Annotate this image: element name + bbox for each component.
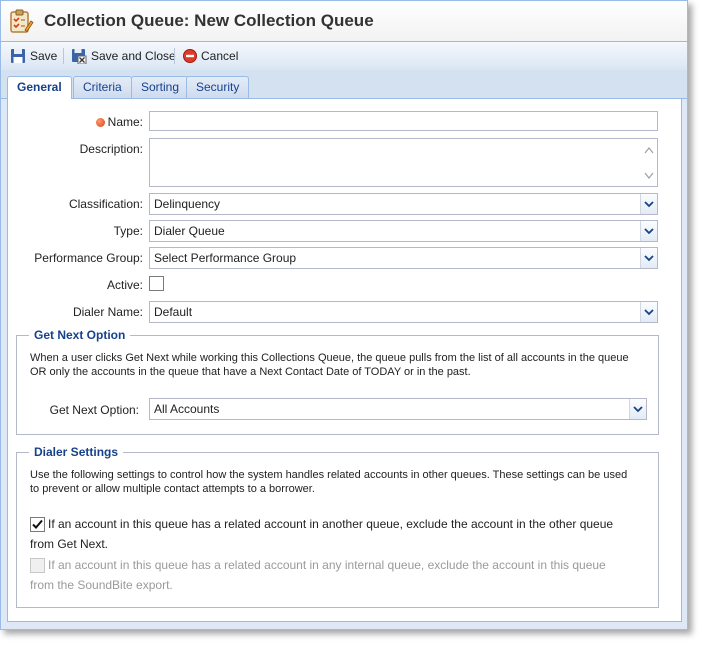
get-next-option-select[interactable]: All Accounts xyxy=(149,398,647,420)
cancel-label: Cancel xyxy=(201,49,239,63)
dropdown-trigger[interactable] xyxy=(640,302,657,322)
tab-criteria[interactable]: Criteria xyxy=(73,76,132,98)
dialer-settings-description-line2: to prevent or allow multiple contact att… xyxy=(30,483,315,495)
exclude-soundbite-label-line2: from the SoundBite export. xyxy=(30,578,173,592)
chevron-down-icon xyxy=(633,406,643,413)
exclude-other-queue-label-line2: from Get Next. xyxy=(30,537,109,551)
exclude-soundbite-checkbox[interactable] xyxy=(30,558,45,573)
exclude-other-queue-checkbox[interactable] xyxy=(30,517,45,532)
dialer-settings-fieldset: Dialer Settings Use the following settin… xyxy=(16,445,659,608)
classification-select[interactable]: Delinquency xyxy=(149,193,658,215)
title-bar: Collection Queue: New Collection Queue xyxy=(1,1,687,42)
name-input[interactable] xyxy=(149,111,658,131)
get-next-description-line1: When a user clicks Get Next while workin… xyxy=(30,352,629,364)
get-next-option-label: Get Next Option: xyxy=(49,403,139,417)
dropdown-trigger[interactable] xyxy=(629,399,646,419)
chevron-down-icon xyxy=(644,255,654,262)
tab-strip: General Criteria Sorting Security xyxy=(1,70,687,99)
chevron-down-icon xyxy=(644,228,654,235)
dropdown-trigger[interactable] xyxy=(640,194,657,214)
type-select[interactable]: Dialer Queue xyxy=(149,220,658,242)
get-next-description-line2: OR only the accounts in the queue that h… xyxy=(30,366,471,378)
classification-label: Classification: xyxy=(68,197,143,211)
cancel-icon xyxy=(183,49,197,63)
dialer-settings-description-line1: Use the following settings to control ho… xyxy=(30,469,628,481)
dialer-name-label: Dialer Name: xyxy=(72,305,143,319)
performance-group-label: Performance Group: xyxy=(34,251,143,265)
performance-group-value: Select Performance Group xyxy=(154,251,297,265)
active-label: Active: xyxy=(106,278,143,292)
clipboard-checklist-icon xyxy=(10,9,34,33)
required-indicator-icon xyxy=(95,118,105,127)
get-next-option-legend: Get Next Option xyxy=(29,328,131,342)
classification-value: Delinquency xyxy=(154,197,221,211)
save-label: Save xyxy=(30,49,58,63)
dropdown-trigger[interactable] xyxy=(640,248,657,268)
chevron-down-icon xyxy=(644,309,654,316)
save-and-close-button[interactable]: Save and Close xyxy=(71,47,176,65)
type-value: Dialer Queue xyxy=(154,224,225,238)
textarea-scrollbar[interactable] xyxy=(643,145,655,181)
toolbar: Save Save and Close Cancel xyxy=(1,42,687,70)
exclude-soundbite-label-line1: If an account in this queue has a relate… xyxy=(48,558,606,572)
window-title: Collection Queue: New Collection Queue xyxy=(44,11,374,30)
save-close-icon xyxy=(72,49,87,64)
save-button[interactable]: Save xyxy=(10,47,57,65)
save-and-close-label: Save and Close xyxy=(91,49,176,63)
active-checkbox[interactable] xyxy=(149,276,164,291)
chevron-down-icon xyxy=(644,201,654,208)
exclude-other-queue-label-line1: If an account in this queue has a relate… xyxy=(48,517,614,531)
get-next-option-fieldset: Get Next Option When a user clicks Get N… xyxy=(16,328,659,435)
dialer-name-value: Default xyxy=(154,305,193,319)
cancel-button[interactable]: Cancel xyxy=(183,47,238,65)
checkmark-icon xyxy=(32,519,43,529)
get-next-option-value: All Accounts xyxy=(154,402,220,416)
dropdown-trigger[interactable] xyxy=(640,221,657,241)
tab-security[interactable]: Security xyxy=(186,76,250,98)
dialer-settings-legend: Dialer Settings xyxy=(29,445,124,459)
description-textarea[interactable] xyxy=(149,138,658,187)
general-tab-panel: Name: Description: Classification: Delin… xyxy=(7,99,682,622)
dialer-name-select[interactable]: Default xyxy=(149,301,658,323)
description-label: Description: xyxy=(79,142,143,156)
performance-group-select[interactable]: Select Performance Group xyxy=(149,247,658,269)
toolbar-separator xyxy=(174,48,175,64)
floppy-disk-icon xyxy=(11,49,25,63)
toolbar-separator xyxy=(63,48,64,64)
type-label: Type: xyxy=(113,224,143,238)
tab-sorting[interactable]: Sorting xyxy=(131,76,190,98)
collection-queue-window: Collection Queue: New Collection Queue S… xyxy=(0,0,688,630)
tab-general[interactable]: General xyxy=(7,76,72,99)
name-label: Name: xyxy=(8,115,143,129)
